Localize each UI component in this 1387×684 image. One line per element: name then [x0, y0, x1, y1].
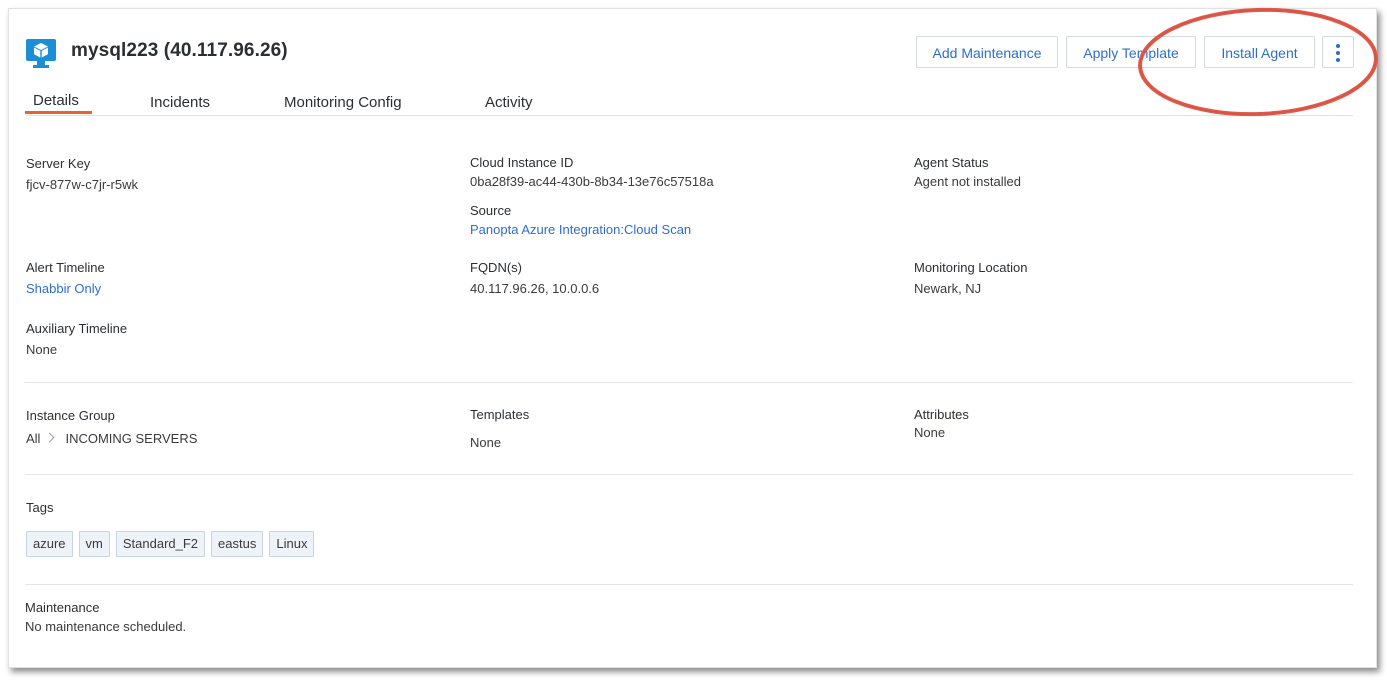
attributes-label: Attributes: [914, 407, 969, 422]
fqdn-label: FQDN(s): [470, 260, 522, 275]
tags-label: Tags: [26, 500, 54, 515]
alert-timeline-label: Alert Timeline: [26, 260, 105, 275]
install-agent-button[interactable]: Install Agent: [1204, 36, 1315, 68]
cloud-instance-id-label: Cloud Instance ID: [470, 155, 574, 170]
section-divider: [25, 382, 1353, 383]
tab-monitoring-config[interactable]: Monitoring Config: [284, 94, 402, 111]
attributes-value: None: [914, 425, 946, 440]
tag-chip[interactable]: azure: [26, 531, 73, 557]
tag-chip[interactable]: Standard_F2: [115, 531, 206, 557]
chevron-right-icon: [45, 432, 55, 443]
fqdn-value: 40.117.96.26, 10.0.0.6: [470, 281, 600, 296]
auxiliary-timeline-value: None: [26, 342, 58, 357]
active-tab-indicator: [25, 111, 92, 114]
maintenance-label: Maintenance: [25, 600, 100, 615]
monitoring-location-value: Newark, NJ: [914, 281, 982, 296]
tab-activity[interactable]: Activity: [485, 94, 533, 111]
add-maintenance-button[interactable]: Add Maintenance: [916, 36, 1058, 68]
server-key-value: fjcv-877w-c7jr-r5wk: [26, 177, 138, 192]
instance-group-label: Instance Group: [26, 408, 115, 423]
templates-label: Templates: [470, 407, 530, 422]
server-key-label: Server Key: [26, 156, 91, 171]
alert-timeline-link[interactable]: Shabbir Only: [26, 281, 101, 296]
maintenance-value: No maintenance scheduled.: [25, 619, 187, 634]
section-divider: [25, 474, 1353, 475]
tag-chip[interactable]: vm: [78, 531, 110, 557]
kebab-menu-icon: [1336, 44, 1340, 62]
templates-value: None: [470, 435, 502, 450]
tab-details[interactable]: Details: [33, 92, 79, 109]
agent-status-label: Agent Status: [914, 155, 989, 170]
tag-list: azure vm Standard_F2 eastus Linux: [26, 531, 315, 557]
tab-bar: Details Incidents Monitoring Config Acti…: [25, 89, 1353, 116]
instance-group-breadcrumb: All INCOMING SERVERS: [26, 431, 197, 446]
tag-chip[interactable]: Linux: [269, 531, 315, 557]
agent-status-value: Agent not installed: [914, 174, 1021, 189]
server-cube-icon: [26, 39, 56, 68]
cloud-instance-id-value: 0ba28f39-ac44-430b-8b34-13e76c57518a: [470, 174, 714, 189]
auxiliary-timeline-label: Auxiliary Timeline: [26, 321, 128, 336]
source-link[interactable]: Panopta Azure Integration:Cloud Scan: [470, 222, 691, 237]
instance-group-root[interactable]: All: [26, 431, 40, 446]
page-title: mysql223 (40.117.96.26): [71, 40, 288, 61]
section-divider: [25, 584, 1353, 585]
tab-incidents[interactable]: Incidents: [150, 94, 210, 111]
more-actions-button[interactable]: [1322, 36, 1354, 68]
server-detail-panel: mysql223 (40.117.96.26) Add Maintenance …: [8, 8, 1377, 668]
tag-chip[interactable]: eastus: [211, 531, 264, 557]
source-label: Source: [470, 203, 512, 218]
monitoring-location-label: Monitoring Location: [914, 260, 1028, 275]
instance-group-name[interactable]: INCOMING SERVERS: [65, 431, 197, 446]
apply-template-button[interactable]: Apply Template: [1066, 36, 1196, 68]
